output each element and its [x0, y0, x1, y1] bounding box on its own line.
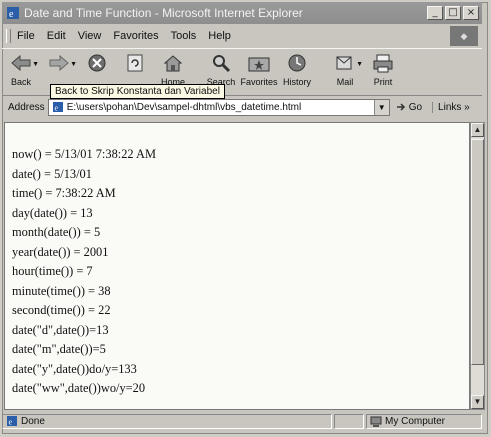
output-line: date("m",date())=5 [12, 342, 106, 356]
menu-bar: File Edit View Favorites Tools Help ◆ [2, 26, 482, 46]
output-line: year(date()) = 2001 [12, 244, 109, 259]
back-label: Back [10, 77, 31, 87]
forward-arrow-icon [45, 51, 73, 75]
mail-label: Mail [336, 77, 354, 87]
refresh-icon [121, 51, 149, 75]
home-icon [159, 51, 187, 75]
history-label: History [282, 77, 311, 87]
minimize-button[interactable]: _ [427, 6, 443, 20]
status-progress-pane [334, 413, 364, 429]
search-icon [207, 51, 235, 75]
ie-logo-icon: e [7, 7, 19, 20]
menu-tools[interactable]: Tools [171, 30, 197, 42]
output-line: now() = 5/13/01 7:38:22 AM [12, 147, 156, 161]
output-line: month(date()) = 5 [12, 225, 101, 239]
printer-icon [369, 51, 397, 75]
menu-file[interactable]: File [17, 30, 35, 42]
chevron-down-icon[interactable]: ▼ [356, 61, 363, 68]
back-button[interactable]: Back ▼ [2, 49, 40, 93]
output-line: date() = 5/13/01 [12, 166, 92, 181]
menubar-grip[interactable] [6, 29, 11, 43]
status-text-pane: e Done [2, 413, 332, 429]
page-content: now() = 5/13/01 7:38:22 AM date() = 5/13… [4, 122, 470, 410]
chevron-down-icon[interactable]: ▼ [70, 61, 77, 68]
links-label: Links [438, 101, 462, 113]
security-zone-pane: My Computer [366, 413, 482, 429]
output-line: time() = 7:38:22 AM [12, 186, 116, 200]
scroll-down-button[interactable]: ▼ [471, 395, 484, 409]
favorites-button[interactable]: Favorites [240, 49, 278, 93]
go-button[interactable]: Go [395, 101, 422, 113]
links-button[interactable]: Links » [432, 101, 470, 113]
title-bar: e Date and Time Function - Microsoft Int… [2, 2, 482, 24]
address-label: Address [8, 101, 45, 113]
go-arrow-icon [396, 103, 405, 111]
go-label: Go [408, 101, 423, 113]
address-dropdown-button[interactable]: ▼ [373, 99, 389, 115]
chevron-down-icon[interactable]: ▼ [32, 61, 39, 68]
output-line: day(date()) = 13 [12, 205, 93, 220]
svg-text:e: e [54, 104, 58, 113]
scroll-thumb[interactable] [471, 139, 484, 365]
back-button-tooltip: Back to Skrip Konstanta dan Variabel [50, 84, 225, 99]
back-arrow-icon [7, 51, 35, 75]
throbber-logo-icon: ◆ [450, 26, 478, 46]
toolbar-separator [316, 49, 326, 93]
scroll-up-button[interactable]: ▲ [471, 123, 484, 137]
zone-text: My Computer [385, 415, 446, 427]
mail-icon [331, 51, 359, 75]
history-icon [283, 51, 311, 75]
output-line: hour(time()) = 7 [12, 264, 93, 278]
close-button[interactable]: × [463, 6, 479, 20]
html-page-icon: e [52, 102, 63, 113]
address-field[interactable]: e ▼ [47, 98, 390, 116]
svg-text:e: e [9, 418, 13, 427]
status-text: Done [21, 415, 45, 427]
output-line: minute(time()) = 38 [12, 283, 111, 298]
mail-button[interactable]: Mail ▼ [326, 49, 364, 93]
output-line: date("d",date())=13 [12, 322, 109, 337]
menu-edit[interactable]: Edit [47, 30, 66, 42]
menu-help[interactable]: Help [208, 30, 231, 42]
menu-favorites[interactable]: Favorites [113, 30, 158, 42]
window-title: Date and Time Function - Microsoft Inter… [24, 6, 303, 20]
print-button[interactable]: Print [364, 49, 402, 93]
address-input[interactable] [66, 101, 374, 113]
favorites-folder-icon [245, 51, 273, 75]
output-line: date("ww",date())wo/y=20 [12, 381, 146, 395]
svg-text:e: e [9, 9, 14, 20]
stop-icon [83, 51, 111, 75]
maximize-button[interactable]: □ [445, 6, 461, 20]
datetime-output: now() = 5/13/01 7:38:22 AM date() = 5/13… [12, 145, 156, 399]
history-button[interactable]: History [278, 49, 316, 93]
my-computer-icon [370, 416, 382, 427]
print-label: Print [373, 77, 393, 87]
favorites-label: Favorites [240, 77, 278, 87]
output-line: date("y",date())do/y=133 [12, 361, 137, 376]
address-bar: Address e ▼ Go Links » [2, 96, 482, 118]
status-bar: e Done My Computer [2, 412, 482, 430]
vertical-scrollbar[interactable]: ▲ ▼ [470, 122, 485, 410]
output-line: second(time()) = 22 [12, 303, 111, 317]
menu-view[interactable]: View [78, 30, 102, 42]
page-done-icon: e [7, 416, 17, 427]
